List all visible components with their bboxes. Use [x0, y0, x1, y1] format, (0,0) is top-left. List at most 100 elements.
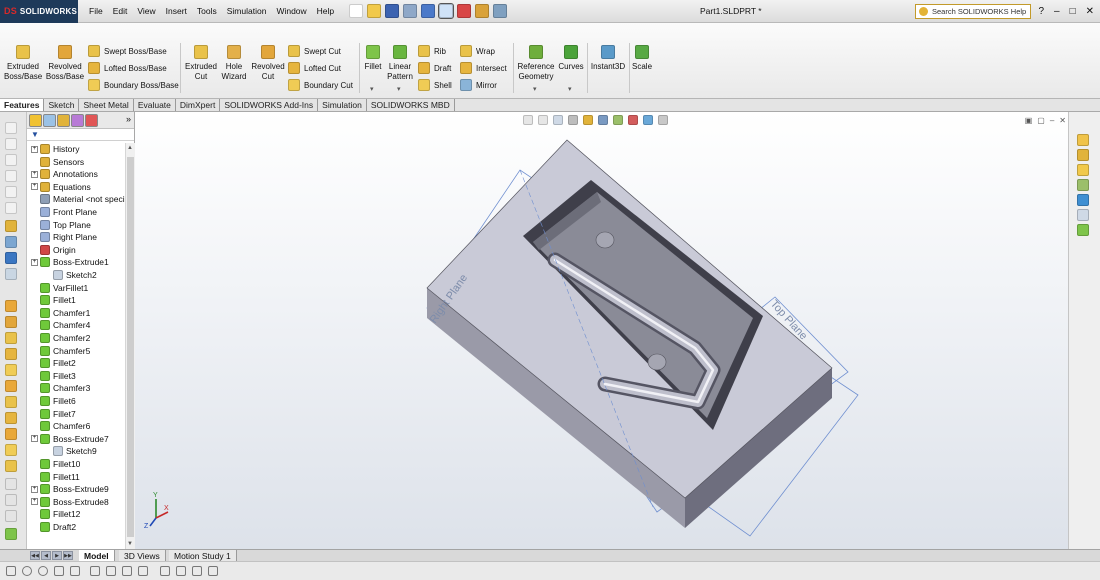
configuration-manager-tab-icon[interactable]: [57, 113, 70, 127]
feature-tool-icon[interactable]: [5, 528, 17, 540]
reference-triad[interactable]: X Y Z: [143, 490, 173, 530]
file-properties-icon[interactable]: [475, 4, 490, 18]
tree-node[interactable]: + Boss-Extrude9: [31, 483, 109, 495]
surface-tool-icon[interactable]: [5, 494, 17, 506]
previous-tab-icon[interactable]: ◀: [41, 551, 51, 560]
feature-tool-icon[interactable]: [5, 364, 17, 376]
maximize-button[interactable]: □: [1070, 0, 1076, 23]
file-explorer-icon[interactable]: [1077, 164, 1089, 176]
expand-toggle-icon[interactable]: +: [31, 183, 38, 191]
hole-wizard-button[interactable]: Hole Wizard: [220, 45, 248, 82]
rebuild-icon[interactable]: [457, 4, 472, 18]
wrap-button[interactable]: Wrap: [460, 44, 495, 58]
forum-icon[interactable]: [1077, 224, 1089, 236]
custom-properties-icon[interactable]: [1077, 209, 1089, 221]
tree-node[interactable]: + Annotations: [31, 168, 98, 180]
tree-node[interactable]: +Chamfer5: [31, 345, 90, 357]
save-icon[interactable]: [385, 4, 400, 18]
tree-node[interactable]: +Origin: [31, 244, 76, 256]
tree-node[interactable]: + Boss-Extrude1: [31, 256, 109, 268]
tree-node[interactable]: +VarFillet1: [31, 282, 88, 294]
menu-edit[interactable]: Edit: [108, 0, 133, 23]
tree-node[interactable]: +Fillet1: [31, 294, 76, 306]
feature-tool-icon[interactable]: [5, 444, 17, 456]
tree-node[interactable]: +Material <not speci: [31, 193, 125, 205]
swept-cut-button[interactable]: Swept Cut: [288, 44, 341, 58]
model-3d-view[interactable]: Right Plane Top Plane: [135, 112, 1068, 549]
fillet-button[interactable]: Fillet: [362, 45, 384, 72]
sketch-tool-icon[interactable]: [5, 122, 17, 134]
linear-pattern-button[interactable]: Linear Pattern: [386, 45, 414, 82]
solidworks-resources-icon[interactable]: [1077, 134, 1089, 146]
menu-file[interactable]: File: [84, 0, 108, 23]
chevron-right-icon[interactable]: »: [126, 114, 131, 124]
select-cursor-icon[interactable]: [438, 3, 455, 19]
construction-geometry-icon[interactable]: [160, 566, 170, 576]
feature-tool-icon[interactable]: [5, 412, 17, 424]
tree-node[interactable]: +Fillet12: [31, 508, 80, 520]
print-icon[interactable]: [403, 4, 418, 18]
tree-node[interactable]: +Fillet11: [31, 471, 80, 483]
new-document-icon[interactable]: [349, 4, 364, 18]
feature-tool-icon[interactable]: [5, 428, 17, 440]
tab-solidworks-add-ins[interactable]: SOLIDWORKS Add-Ins: [220, 99, 319, 111]
curves-dropdown-icon[interactable]: ▾: [568, 85, 572, 93]
expand-toggle-icon[interactable]: +: [31, 170, 38, 178]
tree-node[interactable]: +Fillet10: [31, 458, 80, 470]
minimize-button[interactable]: –: [1054, 0, 1060, 23]
tab-sheet-metal[interactable]: Sheet Metal: [79, 99, 134, 111]
rib-button[interactable]: Rib: [418, 44, 446, 58]
lofted-cut-button[interactable]: Lofted Cut: [288, 61, 341, 75]
menu-insert[interactable]: Insert: [161, 0, 192, 23]
sketch-tool-icon[interactable]: [5, 170, 17, 182]
expand-toggle-icon[interactable]: +: [31, 145, 38, 153]
mirror-entities-icon[interactable]: [122, 566, 132, 576]
menu-window[interactable]: Window: [271, 0, 311, 23]
expand-toggle-icon[interactable]: +: [31, 485, 38, 493]
menu-tools[interactable]: Tools: [192, 0, 222, 23]
fillet-dropdown-icon[interactable]: ▾: [370, 85, 374, 93]
surface-tool-icon[interactable]: [5, 478, 17, 490]
draft-button[interactable]: Draft: [418, 61, 451, 75]
boundary-cut-button[interactable]: Boundary Cut: [288, 78, 353, 92]
scale-button[interactable]: Scale: [632, 45, 652, 72]
slot-icon[interactable]: [192, 566, 202, 576]
offset-icon[interactable]: [106, 566, 116, 576]
last-tab-icon[interactable]: ▶▶: [63, 551, 73, 560]
expand-toggle-icon[interactable]: +: [31, 435, 38, 443]
smart-dimension-icon[interactable]: [5, 220, 17, 232]
scroll-up-icon[interactable]: ▲: [127, 145, 133, 151]
feature-tool-icon[interactable]: [5, 380, 17, 392]
tree-node[interactable]: +Fillet3: [31, 370, 76, 382]
tab-solidworks-mbd[interactable]: SOLIDWORKS MBD: [367, 99, 455, 111]
tree-node[interactable]: +Chamfer1: [31, 307, 90, 319]
menu-help[interactable]: Help: [312, 0, 339, 23]
pattern-dropdown-icon[interactable]: ▾: [397, 85, 401, 93]
expand-toggle-icon[interactable]: +: [31, 498, 38, 506]
tree-node[interactable]: +Fillet7: [31, 408, 76, 420]
menu-view[interactable]: View: [132, 0, 160, 23]
extruded-boss-button[interactable]: Extruded Boss/Base: [4, 45, 42, 82]
undo-icon[interactable]: [421, 4, 436, 18]
feature-tool-icon[interactable]: [5, 460, 17, 472]
sketch-tool-icon[interactable]: [5, 138, 17, 150]
tree-node[interactable]: +Chamfer6: [31, 420, 90, 432]
design-library-icon[interactable]: [1077, 149, 1089, 161]
display-manager-tab-icon[interactable]: [85, 113, 98, 127]
dimxpert-manager-tab-icon[interactable]: [71, 113, 84, 127]
circle-icon[interactable]: [22, 566, 32, 576]
sketch-tool-icon[interactable]: [5, 154, 17, 166]
tab-dimxpert[interactable]: DimXpert: [176, 99, 221, 111]
polygon-icon[interactable]: [54, 566, 64, 576]
revolved-cut-button[interactable]: Revolved Cut: [250, 45, 286, 82]
save-sketch-icon[interactable]: [5, 252, 17, 264]
feature-tool-icon[interactable]: [5, 300, 17, 312]
sketch-line-icon[interactable]: [6, 566, 16, 576]
tree-node[interactable]: + Equations: [31, 181, 91, 193]
appearances-icon[interactable]: [1077, 194, 1089, 206]
rectangle-icon[interactable]: [176, 566, 186, 576]
tree-node[interactable]: +Chamfer3: [31, 382, 90, 394]
feature-tool-icon[interactable]: [5, 396, 17, 408]
view-palette-icon[interactable]: [1077, 179, 1089, 191]
tree-node[interactable]: + Boss-Extrude7: [31, 433, 109, 445]
